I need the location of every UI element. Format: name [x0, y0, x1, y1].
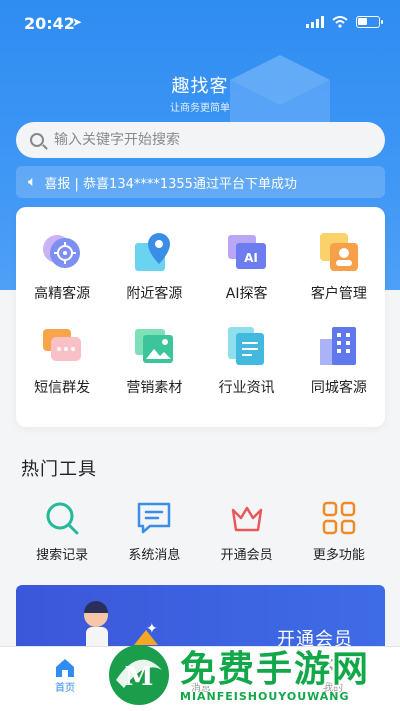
tab-home[interactable]: 首页: [54, 657, 76, 694]
tool-label: 系统消息: [128, 548, 181, 563]
home-icon: [56, 659, 74, 677]
grid-item-label: 行业资讯: [218, 380, 275, 396]
building-icon: [319, 327, 356, 365]
app-title: 趣找客: [171, 76, 229, 97]
speaker-icon: 🔈︎: [28, 174, 37, 190]
contact-card-icon: [319, 233, 358, 271]
grid-item-same-city[interactable]: 同城客源: [293, 323, 385, 397]
hot-tools-row: 搜索记录 系统消息 开通会员 更多功能: [16, 500, 385, 563]
wifi-icon: [332, 16, 348, 28]
grid-item-label: 客户管理: [310, 286, 367, 302]
tool-label: 更多功能: [312, 548, 365, 563]
grid-item-label: 短信群发: [34, 380, 91, 396]
grid-item-ai[interactable]: AI AI探客: [201, 229, 293, 303]
svg-text:✦: ✦: [146, 621, 158, 637]
document-icon: [227, 327, 264, 365]
feature-grid-card: 高精客源 附近客源 AI AI探客 客户管理 短信群发 营销素材 行业资讯 同城…: [16, 207, 385, 427]
grid-item-industry-news[interactable]: 行业资讯: [201, 323, 293, 397]
tool-label: 搜索记录: [36, 548, 89, 563]
ai-icon: AI: [227, 235, 266, 269]
map-pin-icon: [135, 233, 171, 271]
watermark-subtext: MIANFEISHOUYOUWANG: [180, 690, 350, 703]
grid-item-nearby[interactable]: 附近客源: [108, 229, 200, 303]
location-arrow-icon: ➤: [72, 15, 83, 29]
grid-item-label: 附近客源: [126, 286, 183, 302]
grid-item-label: 营销素材: [126, 380, 183, 396]
watermark-text: 免费手游网: [180, 649, 371, 690]
target-icon: [43, 235, 81, 268]
watermark-logo-icon: M: [109, 645, 169, 705]
tool-label: 开通会员: [220, 548, 273, 563]
grid-icon: [322, 501, 356, 535]
signal-icon: [306, 16, 324, 28]
grid-item-label: AI探客: [225, 286, 268, 302]
tab-label: 首页: [55, 683, 75, 694]
grid-item-high-precision[interactable]: 高精客源: [16, 229, 108, 303]
svg-text:M: M: [125, 662, 154, 692]
grid-item-customer[interactable]: 客户管理: [293, 229, 385, 303]
notice-text: 喜报 | 恭喜134****1355通过平台下单成功: [44, 176, 297, 192]
tool-system-messages[interactable]: 系统消息: [108, 500, 200, 563]
search-input[interactable]: [54, 132, 354, 148]
tool-membership[interactable]: 开通会员: [201, 500, 293, 563]
crown-icon: [231, 506, 262, 532]
image-icon: [135, 329, 174, 363]
status-bar: 20:42 ➤: [0, 0, 400, 50]
grid-item-sms[interactable]: 短信群发: [16, 323, 108, 397]
svg-text:AI: AI: [244, 251, 258, 265]
search-icon: [30, 133, 44, 147]
tool-more-features[interactable]: 更多功能: [293, 500, 385, 563]
chat-bubble-icon: [43, 329, 82, 361]
app-subtitle: 让商务更简单: [170, 103, 230, 114]
hot-tools-title: 热门工具: [21, 459, 97, 480]
tool-search-history[interactable]: 搜索记录: [16, 500, 108, 563]
status-time: 20:42: [24, 14, 75, 33]
search-icon: [46, 502, 79, 535]
grid-item-label: 高精客源: [34, 286, 91, 302]
message-icon: [138, 502, 171, 534]
grid-item-marketing[interactable]: 营销素材: [108, 323, 200, 397]
search-bar[interactable]: [16, 122, 385, 158]
grid-item-label: 同城客源: [310, 380, 367, 396]
notice-bar[interactable]: 🔈︎ 喜报 | 恭喜134****1355通过平台下单成功: [16, 166, 385, 198]
battery-icon: [356, 16, 383, 28]
